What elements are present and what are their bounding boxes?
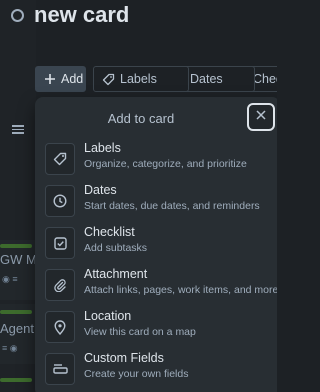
popover-item-checklist[interactable]: Checklist Add subtasks — [43, 225, 275, 265]
popover-item-label: Attachment — [84, 267, 148, 281]
background-card-title: GW M — [0, 252, 37, 267]
popover-item-custom-fields[interactable]: Custom Fields Create your own fields — [43, 351, 275, 391]
add-button-label: Add — [61, 72, 84, 86]
plus-icon — [44, 73, 56, 86]
popover-item-label: Labels — [84, 141, 121, 155]
popover-item-description: Create your own fields — [84, 368, 189, 380]
popover-item-description: Attach links, pages, work items, and mor… — [84, 284, 277, 296]
checklist-button-label: Checkl — [253, 72, 277, 86]
popover-item-label: Custom Fields — [84, 351, 164, 365]
add-button[interactable]: Add — [35, 66, 86, 92]
popover-item-dates[interactable]: Dates Start dates, due dates, and remind… — [43, 183, 275, 223]
labels-button[interactable]: Labels — [93, 66, 189, 92]
close-icon — [255, 108, 267, 126]
description-icon — [12, 125, 24, 135]
background-card[interactable] — [0, 240, 36, 300]
dates-button-label: Dates — [190, 72, 223, 86]
popover-item-label: Location — [84, 309, 132, 323]
popover-item-description: Start dates, due dates, and reminders — [84, 200, 260, 212]
tag-icon — [45, 143, 75, 175]
add-to-card-popover: Add to card Labels Organize, categorize,… — [35, 97, 277, 392]
tag-icon — [102, 73, 115, 86]
checkbox-icon — [45, 227, 75, 259]
card-detail-screen: GW M ◉ ≡ Agent ≡ ◉ new card Checkl Dates… — [0, 0, 277, 392]
clock-icon — [45, 185, 75, 217]
close-button[interactable] — [247, 103, 275, 131]
popover-item-label: Checklist — [84, 225, 135, 239]
background-card-title: Agent — [0, 321, 34, 336]
popover-item-description: Add subtasks — [84, 242, 148, 254]
background-card-badges: ◉ ≡ — [2, 274, 18, 284]
popover-title: Add to card — [107, 111, 175, 126]
popover-item-attachment[interactable]: Attachment Attach links, pages, work ite… — [43, 267, 277, 307]
labels-button-label: Labels — [120, 72, 157, 86]
popover-item-description: Organize, categorize, and prioritize — [84, 158, 247, 170]
card-title[interactable]: new card — [34, 2, 129, 28]
popover-item-label: Dates — [84, 183, 117, 197]
background-card-label-bar — [0, 310, 32, 314]
popover-item-location[interactable]: Location View this card on a map — [43, 309, 275, 349]
paperclip-icon — [45, 269, 75, 301]
map-pin-icon — [45, 311, 75, 343]
popover-item-description: View this card on a map — [84, 326, 196, 338]
background-card-label-bar — [0, 378, 32, 382]
card-complete-toggle[interactable] — [11, 9, 24, 22]
background-card-label-bar — [0, 244, 32, 248]
fields-icon — [45, 353, 75, 385]
popover-item-labels[interactable]: Labels Organize, categorize, and priorit… — [43, 141, 275, 181]
background-card-badges: ≡ ◉ — [2, 343, 18, 353]
